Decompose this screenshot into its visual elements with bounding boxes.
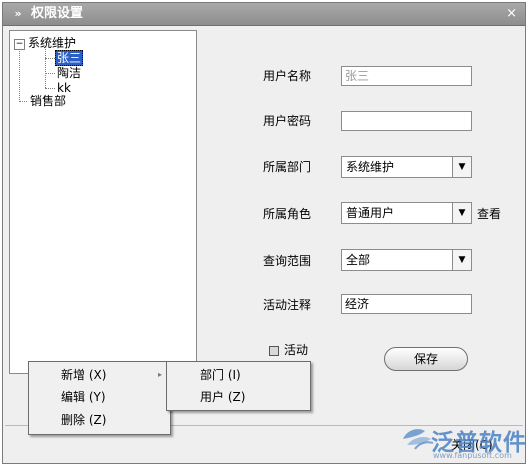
password-label: 用户密码	[263, 114, 312, 128]
tree-connector	[19, 101, 27, 102]
note-label: 活动注释	[263, 298, 312, 312]
tree-node-taojie[interactable]: 陶洁	[57, 66, 81, 80]
brand-url: www.fanpusoft.com	[433, 451, 512, 460]
tree-collapse-toggle[interactable]: −	[14, 39, 25, 50]
chevron-down-icon[interactable]: ▼	[452, 250, 471, 270]
tree-connector	[19, 48, 20, 102]
scope-value: 全部	[346, 253, 371, 267]
department-label: 所属部门	[263, 160, 312, 174]
role-label: 所属角色	[263, 207, 312, 221]
app-icon: »	[14, 7, 22, 20]
brand-logo-icon	[403, 429, 434, 450]
add-submenu: 部门 (I) 用户 (Z)	[166, 361, 311, 411]
tree-node-zhangsan[interactable]: 张三	[55, 50, 84, 66]
view-role-link[interactable]: 查看	[477, 206, 501, 222]
role-value: 普通用户	[346, 206, 395, 220]
department-select[interactable]: 系统维护 ▼	[341, 156, 472, 178]
tree-context-menu: 新增 (X) ▸ 编辑 (Y) 删除 (Z)	[28, 361, 171, 435]
menu-item-add[interactable]: 新增 (X)	[61, 367, 106, 383]
menu-item-delete[interactable]: 删除 (Z)	[61, 412, 106, 428]
tree-node-system-maintenance[interactable]: 系统维护	[28, 36, 76, 50]
scope-label: 查询范围	[263, 254, 312, 268]
active-checkbox[interactable]	[269, 346, 279, 356]
tree-connector	[45, 58, 55, 59]
title-bar[interactable]: » 权限设置 ×	[3, 3, 525, 26]
username-field[interactable]: 张三	[341, 66, 472, 86]
username-label: 用户名称	[263, 69, 312, 83]
submenu-item-user[interactable]: 用户 (Z)	[200, 389, 245, 405]
department-value: 系统维护	[346, 160, 395, 174]
window-title: 权限设置	[31, 6, 84, 21]
brand-watermark: 泛普软件 www.fanpusoft.com	[401, 421, 527, 460]
scope-select[interactable]: 全部 ▼	[341, 249, 472, 271]
note-field[interactable]: 经济	[341, 294, 472, 314]
menu-item-edit[interactable]: 编辑 (Y)	[61, 389, 106, 405]
password-field[interactable]	[341, 111, 472, 131]
tree-connector	[45, 88, 55, 89]
tree-node-sales[interactable]: 销售部	[30, 94, 66, 108]
chevron-down-icon[interactable]: ▼	[452, 157, 471, 177]
tree-connector	[45, 49, 46, 88]
submenu-item-department[interactable]: 部门 (I)	[200, 367, 241, 383]
save-button[interactable]: 保存	[384, 347, 468, 371]
active-label: 活动	[284, 343, 309, 357]
tree-connector	[45, 73, 55, 74]
chevron-down-icon[interactable]: ▼	[452, 203, 471, 223]
department-user-tree[interactable]: − 系统维护 张三 陶洁 kk 销售部	[9, 30, 197, 374]
submenu-arrow-icon: ▸	[158, 370, 163, 379]
close-icon[interactable]: ×	[506, 6, 517, 21]
role-select[interactable]: 普通用户 ▼	[341, 202, 472, 224]
tree-node-kk[interactable]: kk	[57, 81, 71, 95]
